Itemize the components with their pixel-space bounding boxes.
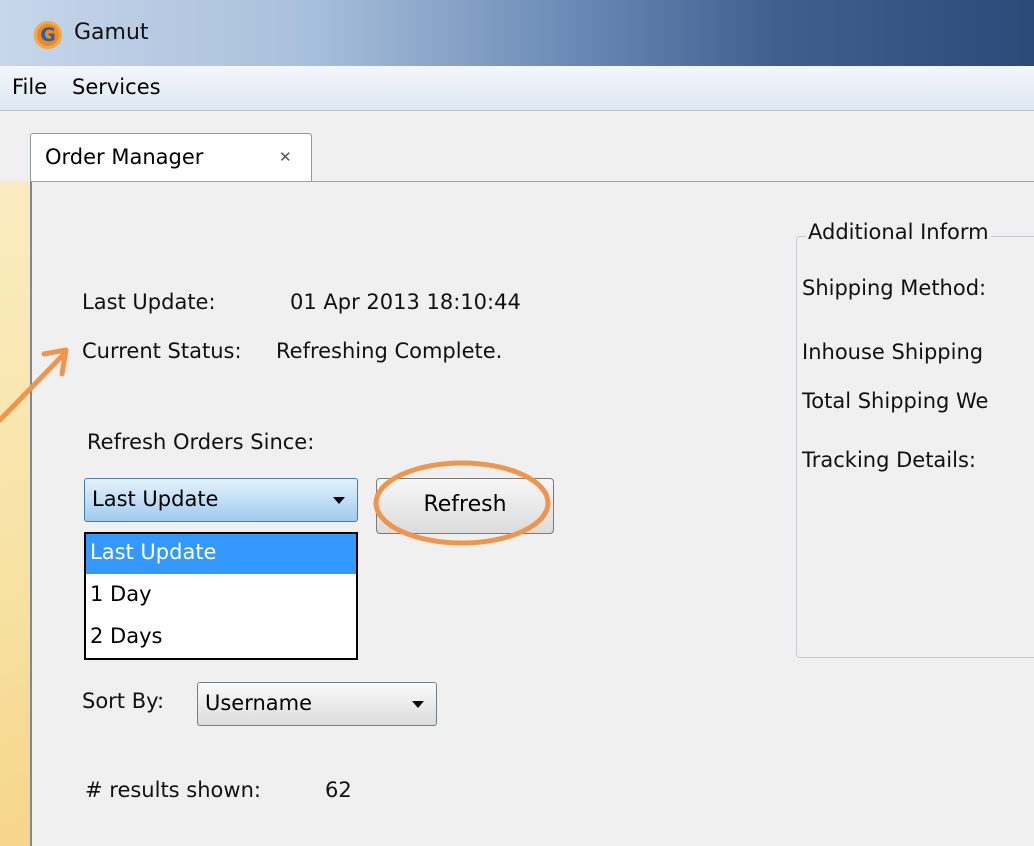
refresh-since-label: Refresh Orders Since:	[87, 430, 315, 454]
sort-by-label: Sort By:	[82, 689, 165, 713]
inhouse-shipping-label: Inhouse Shipping	[802, 340, 984, 364]
menu-services[interactable]: Services	[72, 75, 161, 99]
results-shown-label: # results shown:	[85, 778, 261, 802]
close-icon[interactable]: ✕	[279, 148, 292, 166]
tracking-details-label: Tracking Details:	[802, 448, 976, 472]
menu-bar: File Services	[0, 66, 1034, 111]
refresh-since-selected: Last Update	[92, 487, 219, 511]
last-update-value: 01 Apr 2013 18:10:44	[290, 290, 521, 314]
tab-label: Order Manager	[45, 145, 204, 169]
gamut-app-icon: G	[34, 21, 62, 49]
total-shipping-weight-label: Total Shipping We	[802, 389, 989, 413]
additional-info-title: Additional Inform	[806, 220, 991, 244]
title-bar: G Gamut	[0, 0, 1034, 66]
menu-file[interactable]: File	[12, 75, 47, 99]
option-last-update[interactable]: Last Update	[86, 534, 356, 574]
tab-strip: Order Manager ✕	[0, 111, 1034, 183]
chevron-down-icon	[333, 497, 345, 504]
refresh-since-combo[interactable]: Last Update	[84, 478, 358, 522]
shipping-method-label: Shipping Method:	[802, 276, 987, 300]
option-1-day[interactable]: 1 Day	[86, 576, 356, 616]
sort-by-selected: Username	[205, 691, 313, 715]
results-shown-count: 62	[325, 778, 352, 802]
option-2-days[interactable]: 2 Days	[86, 618, 356, 658]
refresh-since-dropdown: Last Update 1 Day 2 Days	[84, 532, 358, 660]
tab-order-manager[interactable]: Order Manager ✕	[30, 133, 312, 183]
last-update-label: Last Update:	[82, 290, 216, 314]
sort-by-combo[interactable]: Username	[197, 682, 437, 726]
order-manager-panel: Last Update: 01 Apr 2013 18:10:44 Curren…	[30, 181, 1034, 846]
current-status-value: Refreshing Complete.	[276, 339, 503, 363]
refresh-button[interactable]: Refresh	[376, 478, 554, 534]
current-status-label: Current Status:	[82, 339, 242, 363]
chevron-down-icon	[412, 701, 424, 708]
window-title: Gamut	[74, 20, 149, 45]
